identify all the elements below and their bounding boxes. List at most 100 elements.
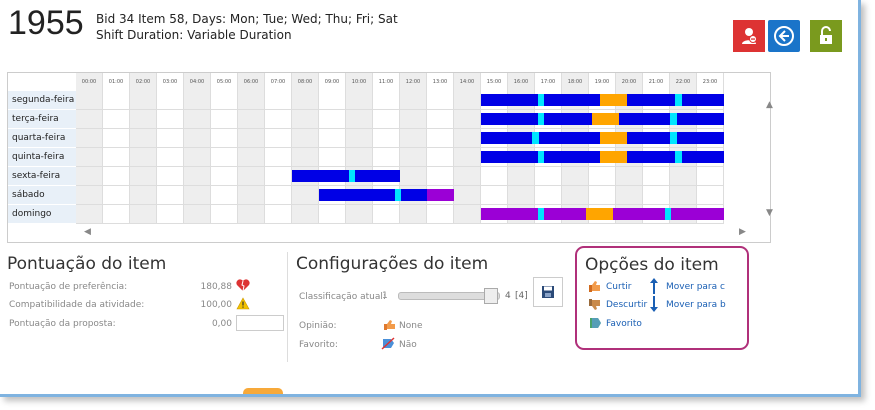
schedule-cell[interactable] [130,91,157,110]
schedule-cell[interactable] [238,91,265,110]
schedule-cell[interactable] [184,167,211,186]
schedule-cell[interactable] [211,110,238,129]
schedule-cell[interactable] [211,186,238,205]
schedule-cell[interactable] [157,91,184,110]
schedule-cell[interactable] [238,205,265,224]
schedule-cell[interactable] [616,167,643,186]
scroll-right-arrow[interactable]: ▶ [739,227,746,237]
schedule-cell[interactable] [400,148,427,167]
schedule-cell[interactable] [319,205,346,224]
schedule-cell[interactable] [265,110,292,129]
schedule-cell[interactable] [454,186,481,205]
move-down-link[interactable]: Mover para b [666,300,746,310]
schedule-cell[interactable] [292,186,319,205]
schedule-cell[interactable] [616,186,643,205]
schedule-cell[interactable] [157,129,184,148]
schedule-cell[interactable] [238,186,265,205]
schedule-cell[interactable] [157,205,184,224]
schedule-cell[interactable] [292,110,319,129]
schedule-cell[interactable] [184,148,211,167]
schedule-cell[interactable] [535,167,562,186]
schedule-cell[interactable] [373,205,400,224]
schedule-cell[interactable] [211,91,238,110]
schedule-cell[interactable] [319,91,346,110]
schedule-cell[interactable] [670,186,697,205]
schedule-cell[interactable] [76,167,103,186]
schedule-cell[interactable] [76,110,103,129]
schedule-cell[interactable] [103,186,130,205]
schedule-cell[interactable] [292,148,319,167]
schedule-cell[interactable] [427,110,454,129]
schedule-cell[interactable] [535,186,562,205]
schedule-cell[interactable] [346,148,373,167]
schedule-cell[interactable] [319,110,346,129]
schedule-cell[interactable] [130,129,157,148]
schedule-cell[interactable] [292,91,319,110]
schedule-cell[interactable] [427,167,454,186]
like-link[interactable]: Curtir [606,282,631,292]
schedule-cell[interactable] [481,167,508,186]
schedule-cell[interactable] [103,148,130,167]
schedule-cell[interactable] [589,186,616,205]
scroll-down-arrow[interactable]: ▼ [766,208,773,218]
schedule-cell[interactable] [562,186,589,205]
schedule-cell[interactable] [589,167,616,186]
schedule-cell[interactable] [76,205,103,224]
schedule-cell[interactable] [265,91,292,110]
schedule-cell[interactable] [427,129,454,148]
scroll-up-arrow[interactable]: ▲ [766,100,773,110]
back-button[interactable] [768,20,800,52]
unlock-button[interactable] [810,20,842,52]
schedule-cell[interactable] [697,186,724,205]
remove-user-button[interactable] [733,20,765,52]
schedule-cell[interactable] [76,186,103,205]
dislike-link[interactable]: Descurtir [606,300,647,310]
schedule-cell[interactable] [238,129,265,148]
schedule-cell[interactable] [292,129,319,148]
schedule-cell[interactable] [319,129,346,148]
schedule-cell[interactable] [454,91,481,110]
schedule-cell[interactable] [184,129,211,148]
schedule-cell[interactable] [373,129,400,148]
schedule-cell[interactable] [184,91,211,110]
schedule-cell[interactable] [265,205,292,224]
scroll-left-arrow[interactable]: ◀ [84,227,91,237]
favorite-link[interactable]: Favorito [606,319,642,329]
schedule-cell[interactable] [157,110,184,129]
schedule-cell[interactable] [184,186,211,205]
schedule-cell[interactable] [346,110,373,129]
schedule-cell[interactable] [400,205,427,224]
move-up-link[interactable]: Mover para c [666,282,746,292]
schedule-cell[interactable] [76,91,103,110]
save-button[interactable] [533,277,563,307]
schedule-cell[interactable] [211,129,238,148]
slider-handle[interactable] [484,288,498,304]
schedule-cell[interactable] [346,205,373,224]
schedule-cell[interactable] [130,148,157,167]
schedule-cell[interactable] [400,91,427,110]
schedule-cell[interactable] [157,186,184,205]
proposal-score-input[interactable] [236,315,284,331]
schedule-cell[interactable] [508,186,535,205]
schedule-cell[interactable] [454,148,481,167]
schedule-cell[interactable] [427,148,454,167]
schedule-cell[interactable] [238,148,265,167]
schedule-cell[interactable] [103,205,130,224]
schedule-cell[interactable] [373,91,400,110]
schedule-cell[interactable] [157,148,184,167]
schedule-cell[interactable] [346,91,373,110]
schedule-cell[interactable] [184,110,211,129]
schedule-cell[interactable] [265,129,292,148]
schedule-cell[interactable] [265,148,292,167]
schedule-cell[interactable] [319,148,346,167]
schedule-cell[interactable] [103,129,130,148]
schedule-cell[interactable] [76,148,103,167]
schedule-cell[interactable] [265,167,292,186]
schedule-cell[interactable] [670,167,697,186]
schedule-cell[interactable] [373,110,400,129]
schedule-cell[interactable] [697,167,724,186]
schedule-cell[interactable] [481,186,508,205]
schedule-cell[interactable] [373,148,400,167]
schedule-cell[interactable] [211,167,238,186]
schedule-cell[interactable] [238,110,265,129]
